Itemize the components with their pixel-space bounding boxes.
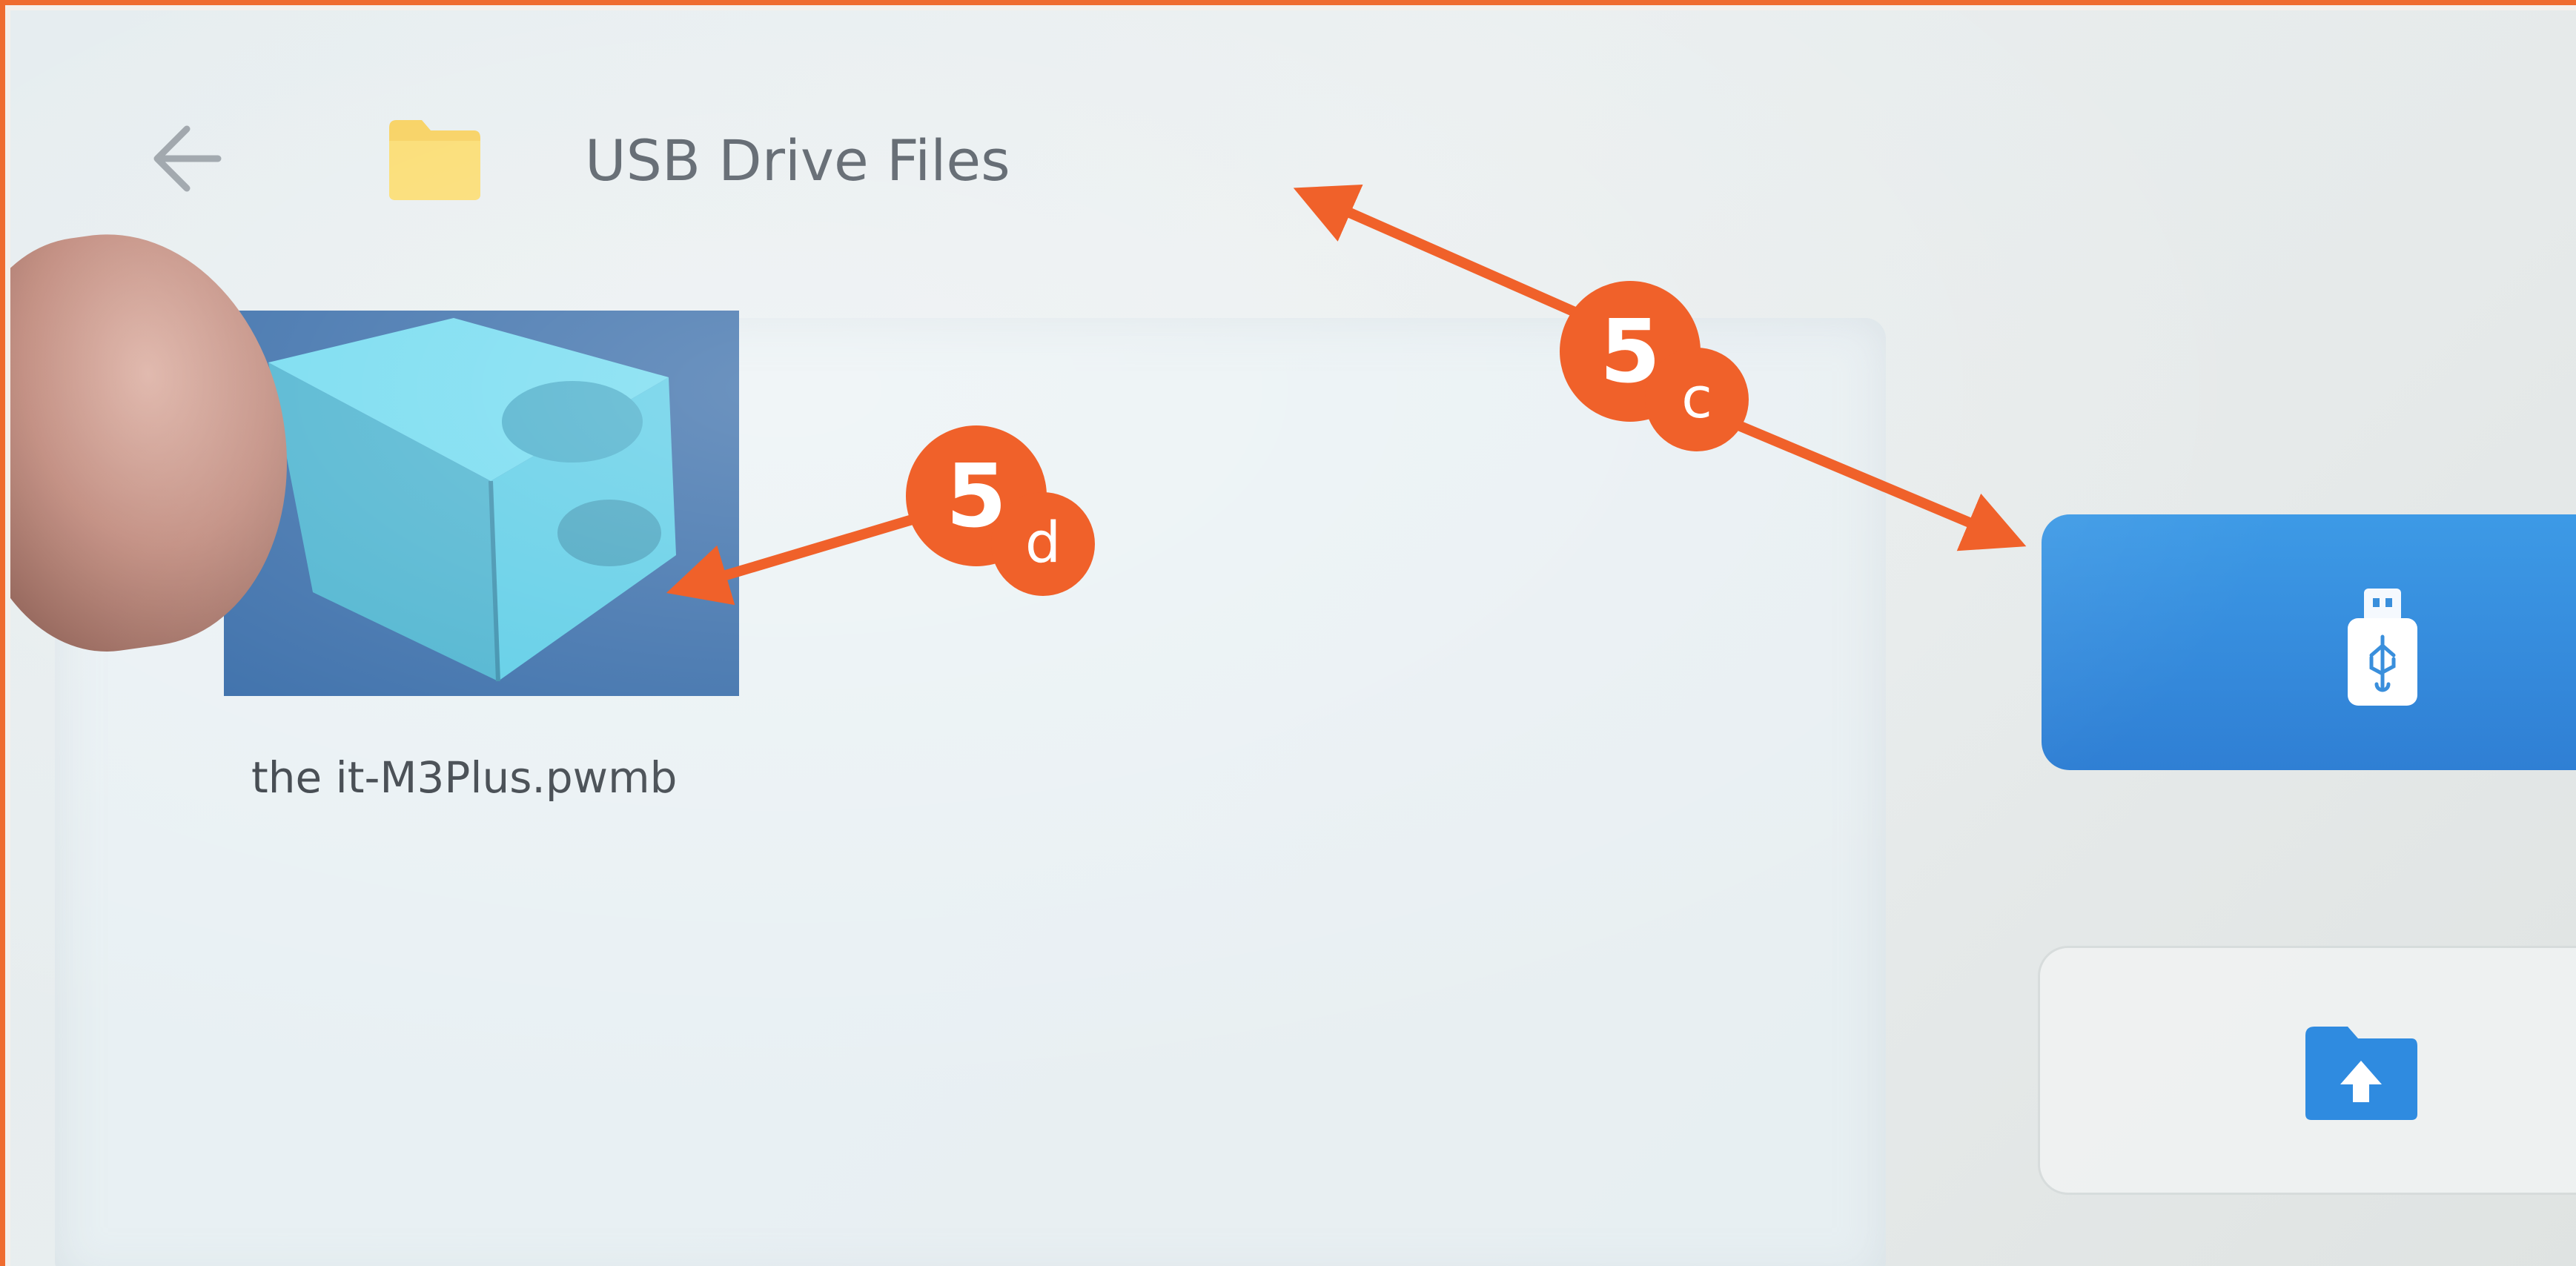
usb-drive-button[interactable] (2042, 514, 2576, 770)
folder-icon (385, 114, 485, 203)
badge-letter: d (991, 492, 1095, 596)
usb-drive-icon (2348, 589, 2417, 706)
arrow-left-icon (153, 125, 222, 192)
photo-frame: USB Drive Files the it-M3Plus.pwmb 5 c 5… (0, 0, 2576, 1266)
local-files-button[interactable] (2040, 948, 2576, 1193)
annotation-badge-5d: 5 d (906, 425, 1099, 596)
arrow-to-title (1293, 184, 1599, 327)
printer-screen: USB Drive Files the it-M3Plus.pwmb 5 c 5… (10, 10, 2576, 1266)
badge-letter: c (1645, 348, 1749, 451)
file-thumbnail[interactable] (224, 311, 739, 696)
back-button[interactable] (144, 118, 233, 199)
upload-folder-icon (2305, 1027, 2417, 1120)
annotation-badge-5c: 5 c (1560, 281, 1752, 451)
file-name-label[interactable]: the it-M3Plus.pwmb (251, 744, 677, 811)
3d-model-thumbnail (224, 311, 739, 696)
page-title: USB Drive Files (585, 127, 1010, 193)
